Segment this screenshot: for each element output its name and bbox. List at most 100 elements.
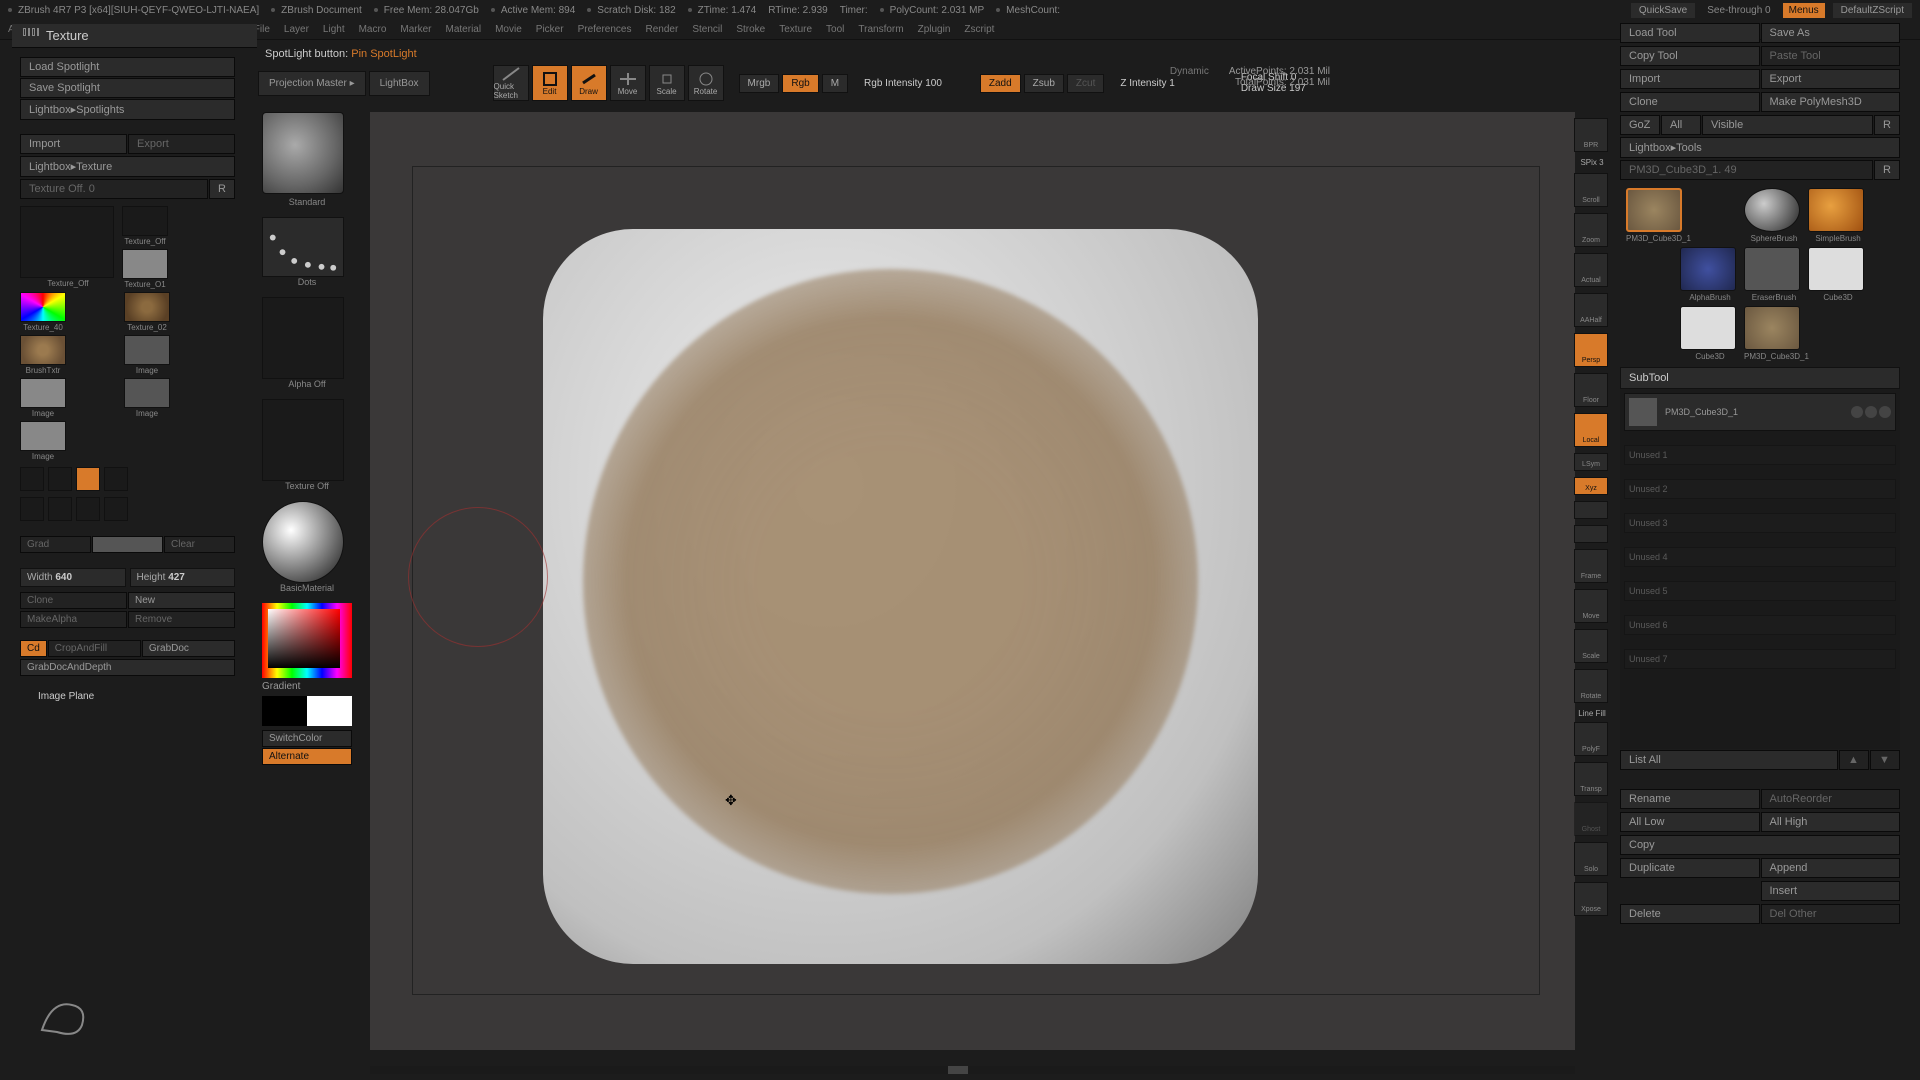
texture-thumb-01[interactable] xyxy=(122,249,168,279)
current-tool-name[interactable]: PM3D_Cube3D_1. 49 xyxy=(1620,160,1873,180)
width-slider[interactable]: Width 640 xyxy=(20,568,126,587)
scale-view-button[interactable]: Scale xyxy=(1574,629,1608,663)
goz-visible-button[interactable]: Visible xyxy=(1702,115,1873,135)
texture-thumb-02[interactable] xyxy=(124,292,170,322)
texture-thumb-off[interactable] xyxy=(122,206,168,236)
remove-button[interactable]: Remove xyxy=(128,611,235,628)
paste-tool-button[interactable]: Paste Tool xyxy=(1761,46,1901,66)
draw-mode-button[interactable]: Draw xyxy=(571,65,607,101)
alpha-thumbnail[interactable] xyxy=(262,297,344,379)
persp-button[interactable]: Persp xyxy=(1574,333,1608,367)
subtool-item-7[interactable]: Unused 7 xyxy=(1624,649,1896,669)
tool-thumb-pm3d[interactable] xyxy=(1744,306,1800,350)
menu-preferences[interactable]: Preferences xyxy=(578,24,632,35)
new-button[interactable]: New xyxy=(128,592,235,609)
scroll-button[interactable]: Scroll xyxy=(1574,173,1608,207)
goz-button[interactable]: GoZ xyxy=(1620,115,1660,135)
subtool-item-1[interactable]: Unused 1 xyxy=(1624,445,1896,465)
tool-thumb-cube2[interactable] xyxy=(1680,306,1736,350)
clone-tool-button[interactable]: Clone xyxy=(1620,92,1760,112)
menu-texture[interactable]: Texture xyxy=(779,24,812,35)
edit-mode-button[interactable]: Edit xyxy=(532,65,568,101)
copy-subtool-button[interactable]: Copy xyxy=(1620,835,1900,855)
lightbox-spotlights-button[interactable]: Lightbox▸Spotlights xyxy=(20,99,235,120)
zcut-button[interactable]: Zcut xyxy=(1067,74,1104,93)
delete-button[interactable]: Delete xyxy=(1620,904,1760,924)
rotate-mode-button[interactable]: Rotate xyxy=(688,65,724,101)
menu-stroke[interactable]: Stroke xyxy=(736,24,765,35)
y-button[interactable] xyxy=(1574,501,1608,519)
texture-tool-8[interactable] xyxy=(104,497,128,521)
tool-thumb-eraserbrush[interactable] xyxy=(1744,247,1800,291)
xpose-button[interactable]: Xpose xyxy=(1574,882,1608,916)
menu-zscript[interactable]: Zscript xyxy=(964,24,994,35)
tool-r-button[interactable]: R xyxy=(1874,160,1900,180)
move-mode-button[interactable]: Move xyxy=(610,65,646,101)
eye2-icon[interactable] xyxy=(1879,406,1891,418)
local-button[interactable]: Local xyxy=(1574,413,1608,447)
projection-master-button[interactable]: Projection Master ▸ xyxy=(258,71,366,96)
import-tool-button[interactable]: Import xyxy=(1620,69,1760,89)
menu-marker[interactable]: Marker xyxy=(400,24,431,35)
default-zscript[interactable]: DefaultZScript xyxy=(1833,3,1912,18)
switchcolor-button[interactable]: SwitchColor xyxy=(262,730,352,747)
rgb-intensity-slider[interactable]: Rgb Intensity 100 xyxy=(864,78,942,89)
zsub-button[interactable]: Zsub xyxy=(1024,74,1064,93)
texture-thumb-image2[interactable] xyxy=(20,378,66,408)
texture-tool-4[interactable] xyxy=(104,467,128,491)
rotate-view-button[interactable]: Rotate xyxy=(1574,669,1608,703)
xyz-button[interactable]: Xyz xyxy=(1574,477,1608,495)
lightbox-tools-button[interactable]: Lightbox▸Tools xyxy=(1620,137,1900,158)
save-tool-button[interactable]: Save As xyxy=(1761,23,1901,43)
load-spotlight-button[interactable]: Load Spotlight xyxy=(20,57,235,77)
copy-tool-button[interactable]: Copy Tool xyxy=(1620,46,1760,66)
tool-thumb-alphabrush[interactable] xyxy=(1680,247,1736,291)
texture-tool-5[interactable] xyxy=(20,497,44,521)
duplicate-button[interactable]: Duplicate xyxy=(1620,858,1760,878)
menus-toggle[interactable]: Menus xyxy=(1783,3,1825,18)
subtool-item-3[interactable]: Unused 3 xyxy=(1624,513,1896,533)
subtool-item-5[interactable]: Unused 5 xyxy=(1624,581,1896,601)
subtool-item-2[interactable]: Unused 2 xyxy=(1624,479,1896,499)
brush-texture-thumbnail[interactable] xyxy=(262,399,344,481)
menu-picker[interactable]: Picker xyxy=(536,24,564,35)
subtool-item-active[interactable]: PM3D_Cube3D_1 xyxy=(1624,393,1896,431)
autoreorder-button[interactable]: AutoReorder xyxy=(1761,789,1901,809)
z-intensity-slider[interactable]: Z Intensity 1 xyxy=(1120,78,1174,89)
goz-all-button[interactable]: All xyxy=(1661,115,1701,135)
menu-transform[interactable]: Transform xyxy=(858,24,903,35)
menu-tool[interactable]: Tool xyxy=(826,24,844,35)
brush-icon[interactable] xyxy=(1865,406,1877,418)
zoom-button[interactable]: Zoom xyxy=(1574,213,1608,247)
lightbox-button[interactable]: LightBox xyxy=(369,71,430,96)
lsym-button[interactable]: LSym xyxy=(1574,453,1608,471)
texture-tool-2[interactable] xyxy=(48,467,72,491)
texture-tool-1[interactable] xyxy=(20,467,44,491)
actual-button[interactable]: Actual xyxy=(1574,253,1608,287)
texture-tool-onoff[interactable] xyxy=(76,467,100,491)
height-slider[interactable]: Height 427 xyxy=(130,568,236,587)
append-button[interactable]: Append xyxy=(1761,858,1901,878)
menu-layer[interactable]: Layer xyxy=(284,24,309,35)
z-button[interactable] xyxy=(1574,525,1608,543)
clone-button[interactable]: Clone xyxy=(20,592,127,609)
quicksave-button[interactable]: QuickSave xyxy=(1631,3,1695,18)
color-secondary[interactable] xyxy=(262,696,307,726)
quicksketch-button[interactable]: Quick Sketch xyxy=(493,65,529,101)
texture-thumb-image4[interactable] xyxy=(20,421,66,451)
grabdocdepth-button[interactable]: GrabDocAndDepth xyxy=(20,659,235,676)
stroke-thumbnail[interactable] xyxy=(262,217,344,277)
texture-tool-6[interactable] xyxy=(48,497,72,521)
texture-thumb-image1[interactable] xyxy=(124,335,170,365)
gradient-label[interactable]: Gradient xyxy=(262,681,352,692)
texture-thumb-40[interactable] xyxy=(20,292,66,322)
tool-thumb-current[interactable] xyxy=(1626,188,1682,232)
import-texture-button[interactable]: Import xyxy=(20,134,127,154)
move-view-button[interactable]: Move xyxy=(1574,589,1608,623)
floor-button[interactable]: Floor xyxy=(1574,373,1608,407)
color-picker[interactable] xyxy=(262,603,352,678)
menu-movie[interactable]: Movie xyxy=(495,24,522,35)
menu-light[interactable]: Light xyxy=(323,24,345,35)
cropfill-button[interactable]: CropAndFill xyxy=(48,640,141,657)
export-texture-button[interactable]: Export xyxy=(128,134,235,154)
